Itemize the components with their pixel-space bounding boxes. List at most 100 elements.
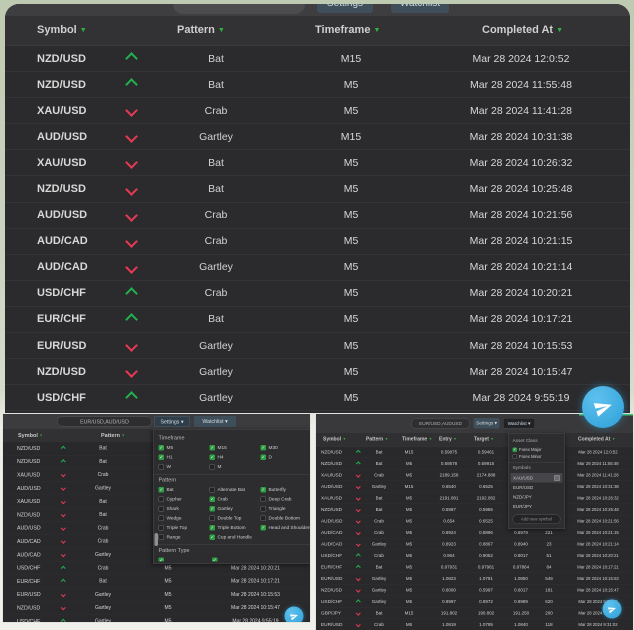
- checkbox-m5[interactable]: ✓ M5: [158, 445, 210, 452]
- checkbox-forex-major[interactable]: ✓ Forex Major: [512, 446, 561, 453]
- column-header-timeframe[interactable]: Timeframe ▼: [315, 16, 380, 45]
- table-row[interactable]: EUR/USD Gartley M5 Mar 28 2024 10:15:53: [3, 588, 310, 602]
- table-row[interactable]: NZD/USD Gartley M5 Mar 28 2024 10:15:47: [3, 602, 310, 615]
- checkbox-cup-and-handle[interactable]: ✓ Cup and Handle: [209, 534, 261, 541]
- table-row[interactable]: NZD/USD Bat M15 Mar 28 2024 12:0:52: [5, 46, 630, 73]
- table-row[interactable]: EUR/USD Gartley M5 Mar 28 2024 10:15:53: [5, 333, 630, 360]
- table-row[interactable]: AUD/CAD Crab M5 Mar 28 2024 10:21:15: [5, 229, 630, 255]
- thumb-left-watchlist-button[interactable]: Watchlist ▾: [194, 416, 236, 427]
- column-header-completed-at[interactable]: Completed At ▼: [482, 16, 563, 45]
- pattern-type-checkbox[interactable]: ✓: [212, 557, 218, 562]
- thumb-left-telegram-fab[interactable]: [284, 606, 304, 622]
- table-row[interactable]: XAU/USDCrabM52189.1582174.8882191.358143…: [316, 470, 633, 481]
- checkbox-m30[interactable]: ✓ M30: [260, 445, 306, 452]
- delete-symbol-icon[interactable]: [554, 474, 560, 481]
- table-row[interactable]: NZD/USDBatM50.595780.599150.5946188Mar 2…: [316, 458, 633, 470]
- table-row[interactable]: AUD/USD Gartley M15 Mar 28 2024 10:31:38: [5, 124, 630, 151]
- column-header-symbol[interactable]: Symbol ▼: [18, 429, 43, 443]
- table-row[interactable]: AUD/CAD Crab M5 0.8924 0.8896 0.8979 221 Mar 28…: [316, 527, 633, 539]
- table-row[interactable]: EUR/CHF Bat M5 Mar 28 2024 10:17:21: [3, 575, 310, 589]
- checkbox-double-bottom[interactable]: Double Bottom: [260, 515, 311, 522]
- checkbox-alternate-bat[interactable]: Alternate Bat: [209, 487, 261, 494]
- table-row[interactable]: NZD/USDBatM50.59870.59650.5997217Mar 28 …: [316, 504, 633, 516]
- table-row[interactable]: EUR/CHF Bat M5 0.97931 0.97981 0.97864 84 Mar 2…: [316, 562, 633, 573]
- table-row[interactable]: XAU/USDBatM52191.0812192.0822193.580249M…: [316, 493, 633, 504]
- table-row[interactable]: USD/CHF Gartley M5 Mar 28 2024 9:55:19: [5, 385, 630, 412]
- checkbox-wedge[interactable]: Wedge: [158, 515, 210, 522]
- cell-completed-at: Mar 28 2024 10:25:48: [469, 183, 573, 196]
- checkbox-double-top[interactable]: Double Top: [209, 515, 261, 522]
- checkbox-shark[interactable]: Shark: [158, 506, 210, 513]
- checkbox-gartley[interactable]: ✓ Gartley: [209, 506, 261, 513]
- table-row[interactable]: AUD/CAD Gartley M5 0.8923 0.8867 0.8940 23 Mar …: [316, 539, 633, 550]
- column-header-symbol[interactable]: Symbol ▼: [323, 433, 346, 446]
- checkbox-d[interactable]: ✓ D: [260, 454, 306, 461]
- table-row[interactable]: NZD/USD Bat M5 Mar 28 2024 10:25:48: [5, 176, 630, 203]
- table-row[interactable]: EUR/CHF Bat M5 Mar 28 2024 10:17:21: [5, 307, 630, 334]
- watchlist-symbol-item[interactable]: EUR/USD: [511, 483, 563, 493]
- cell-direction: [353, 573, 363, 584]
- checkbox-cypher[interactable]: Cypher: [158, 496, 210, 503]
- checkbox-forex-minor[interactable]: Forex Minor: [512, 453, 561, 460]
- add-symbol-input[interactable]: Add new symbol: [512, 514, 561, 524]
- filter-triangle-icon[interactable]: ▼: [373, 27, 380, 34]
- filter-triangle-icon[interactable]: ▼: [556, 27, 563, 34]
- table-row[interactable]: NZD/USDBatM150.599750.594610.59899300Mar…: [316, 447, 633, 458]
- watchlist-symbol-item[interactable]: NZD/JPY: [511, 492, 563, 502]
- column-header-pattern[interactable]: Pattern ▼: [366, 433, 388, 446]
- table-row[interactable]: XAU/USD Bat M5 Mar 28 2024 10:26:32: [5, 150, 630, 177]
- checkbox-w[interactable]: W: [158, 464, 210, 471]
- table-row[interactable]: USD/CHF Gartley M5 0.8997 0.8972 0.8989 620 Mar…: [316, 596, 633, 608]
- table-row[interactable]: AUD/USDGartleyM150.65400.65250.6560152Ma…: [316, 481, 633, 493]
- table-row[interactable]: AUD/USD Crab M5 Mar 28 2024 10:21:56: [5, 203, 630, 229]
- checkbox-butterfly[interactable]: ✓ Butterfly: [260, 487, 311, 494]
- watchlist-button[interactable]: Watchlist: [391, 4, 449, 13]
- symbol-search-input[interactable]: [173, 4, 305, 14]
- table-row[interactable]: GBP/JPY Bat M15 191.802 190.802 191.250 200 Mar…: [316, 608, 633, 619]
- settings-button[interactable]: Settings: [317, 4, 373, 13]
- filter-triangle-icon[interactable]: ▼: [80, 27, 87, 34]
- checkbox-h4[interactable]: ✓ H4: [209, 454, 261, 461]
- table-row[interactable]: EUR/USD Gartley M5 1.0823 1.0791 1.0850 549 Mar…: [316, 573, 633, 585]
- checkbox-triple-top[interactable]: Triple Top: [158, 525, 210, 532]
- thumb-left-search-input[interactable]: EUR/USD,AUD/USD: [57, 416, 152, 427]
- watchlist-symbol-item[interactable]: XAU/USD: [510, 473, 563, 483]
- checkbox-triangle[interactable]: Triangle: [260, 506, 311, 513]
- table-row[interactable]: AUD/CAD Gartley M5 Mar 28 2024 10:21:14: [5, 255, 630, 281]
- checkbox-triple-bottom[interactable]: ✓ Triple Bottom: [209, 525, 261, 532]
- table-row[interactable]: NZD/USD Bat M5 Mar 28 2024 11:55:48: [5, 72, 630, 99]
- column-header-timeframe[interactable]: Timeframe ▼: [402, 433, 432, 446]
- column-header-target[interactable]: Target ▼: [474, 433, 494, 446]
- column-header-pattern[interactable]: Pattern ▼: [177, 16, 225, 45]
- checkbox-h1[interactable]: ✓ H1: [158, 454, 210, 461]
- filter-triangle-icon[interactable]: ▼: [218, 27, 225, 34]
- checkbox-m[interactable]: M: [209, 464, 261, 471]
- table-row[interactable]: XAU/USD Crab M5 Mar 28 2024 11:41:28: [5, 98, 630, 125]
- table-row[interactable]: USD/CHF Crab M5 Mar 28 2024 10:20:21: [5, 281, 630, 307]
- watchlist-symbol-item[interactable]: EUR/JPY: [511, 502, 563, 512]
- scrollbar-thumb[interactable]: [154, 533, 158, 546]
- table-row[interactable]: USD/CHF Gartley M5 Mar 28 2024 9:55:19: [3, 615, 310, 622]
- column-header-completed-at[interactable]: Completed At ▼: [578, 433, 615, 446]
- table-row[interactable]: USD/CHF Crab M5 0.904 0.9052 0.9017 51 Mar 28 2…: [316, 550, 633, 562]
- checkbox-bat[interactable]: ✓ Bat: [158, 487, 210, 494]
- table-row[interactable]: NZD/USD Gartley M5 0.6000 0.5997 0.6017 181 Mar…: [316, 585, 633, 596]
- pattern-type-checkbox[interactable]: ✓: [158, 557, 164, 562]
- thumb-right-search-input[interactable]: EUR/USD,AUDUSD: [411, 418, 470, 429]
- column-header-symbol[interactable]: Symbol ▼: [37, 16, 87, 45]
- column-header-pattern[interactable]: Pattern ▼: [101, 429, 125, 443]
- table-row[interactable]: NZD/USD Gartley M5 Mar 28 2024 10:15:47: [5, 359, 630, 386]
- table-row[interactable]: EUR/USD Crab M5 1.0819 1.0795 1.0840 118 Mar 28…: [316, 619, 633, 630]
- thumb-left-settings-button[interactable]: Settings ▾: [154, 416, 190, 427]
- thumb-right-watchlist-button[interactable]: Watchlist ▾: [503, 418, 535, 429]
- thumb-right-telegram-fab[interactable]: [602, 599, 622, 619]
- checkbox-m15[interactable]: ✓ M15: [209, 445, 261, 452]
- table-row[interactable]: AUD/USDCrabM50.6540.65250.6560151Mar 28 …: [316, 516, 633, 527]
- checkbox-deep-crab[interactable]: Deep Crab: [260, 496, 311, 503]
- checkbox-head-and-shoulders[interactable]: ✓ Head and Shoulders: [260, 525, 310, 532]
- checkbox-range[interactable]: Range: [158, 534, 210, 541]
- telegram-fab[interactable]: [582, 386, 624, 428]
- column-header-entry[interactable]: Entry ▼: [439, 433, 457, 446]
- checkbox-crab[interactable]: ✓ Crab: [209, 496, 261, 503]
- thumb-right-settings-button[interactable]: Settings ▾: [473, 418, 500, 429]
